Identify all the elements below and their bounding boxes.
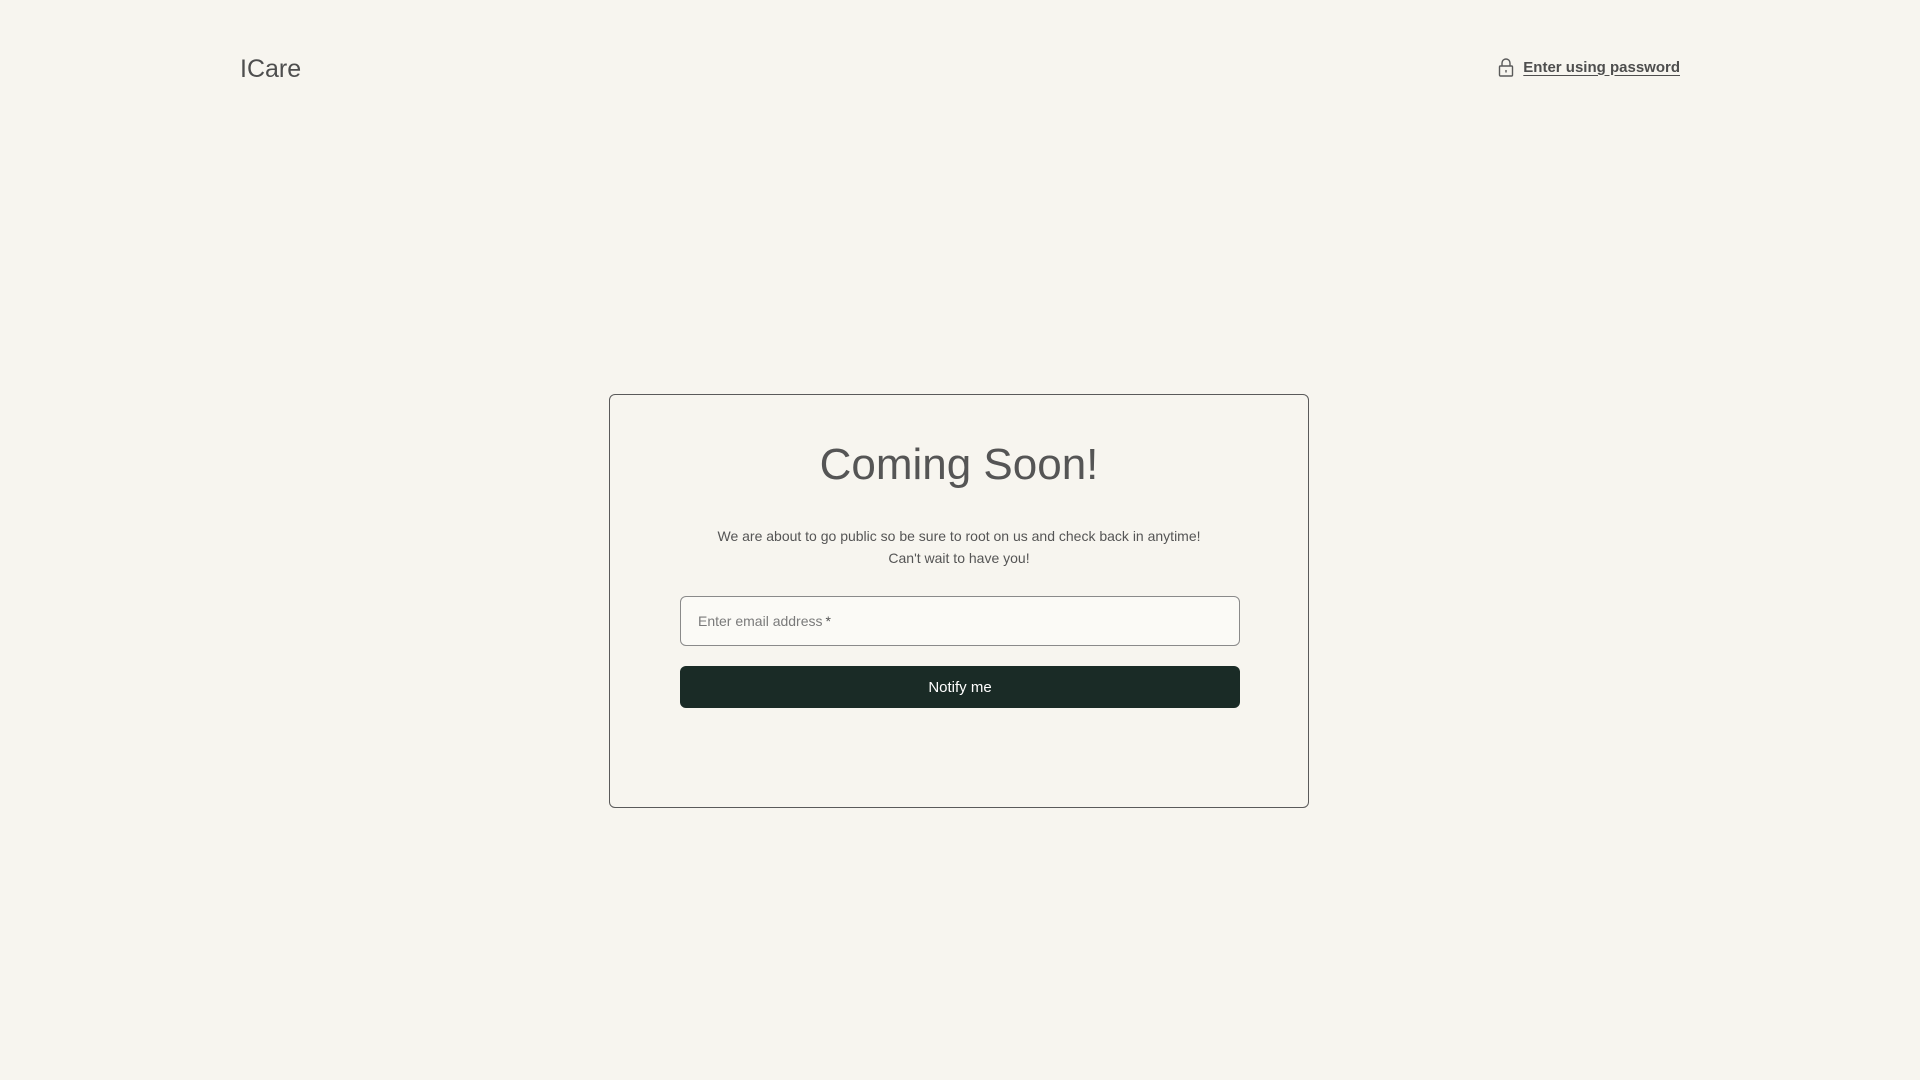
page-title: Coming Soon! [819, 440, 1099, 489]
description-line-1: We are about to go public so be sure to … [717, 528, 1201, 544]
brand-logo[interactable]: ICare [240, 53, 301, 85]
card-description: We are about to go public so be sure to … [610, 525, 1308, 569]
description-line-2: Can't wait to have you! [888, 550, 1030, 566]
enter-password-label: Enter using password [1523, 58, 1680, 76]
email-placeholder: Enter email address [698, 613, 823, 629]
notify-me-button[interactable]: Notify me [680, 666, 1240, 708]
required-mark: * [825, 613, 831, 629]
lock-icon [1498, 57, 1514, 77]
page: ICare Enter using password Coming Soon! … [0, 0, 1920, 1080]
coming-soon-card: Coming Soon! We are about to go public s… [609, 394, 1309, 808]
email-field[interactable]: Enter email address * [680, 596, 1240, 646]
enter-password-link[interactable]: Enter using password [1498, 57, 1680, 77]
